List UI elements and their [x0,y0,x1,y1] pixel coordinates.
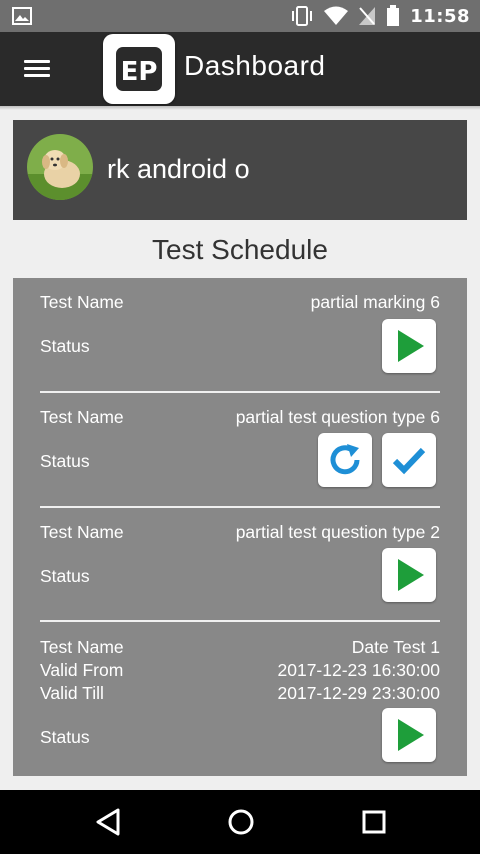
status-label: Status [40,336,90,356]
retake-test-button[interactable] [318,433,372,487]
no-sim-icon [359,7,376,25]
test-name-label: Test Name [40,407,124,427]
wifi-icon [324,6,349,25]
status-label: Status [40,727,90,747]
start-test-button[interactable] [382,319,436,373]
app-bar-shadow [0,106,480,110]
test-item: Test Name Date Test 1 Valid From 2017-12… [40,637,440,773]
avatar [27,134,93,200]
username: rk android o [107,154,250,184]
test-name-value: Date Test 1 [351,637,440,657]
refresh-icon [330,444,360,475]
divider [40,620,440,622]
test-name-value: partial marking 6 [310,292,440,312]
app-logo: EP [103,34,175,104]
back-icon[interactable] [94,806,122,838]
app-bar: EP Dashboard [0,32,480,106]
test-item: Test Name partial test question type 2 S… [40,522,440,622]
system-nav-bar [0,790,480,854]
page-title: Dashboard [184,50,326,81]
play-icon [398,719,424,751]
test-name-label: Test Name [40,522,124,542]
svg-text:EP: EP [121,57,158,87]
test-name-label: Test Name [40,292,124,312]
recents-icon[interactable] [360,806,388,838]
play-icon [398,330,424,362]
start-test-button[interactable] [382,548,436,602]
status-label: Status [40,451,90,471]
valid-from-value: 2017-12-23 16:30:00 [277,660,441,680]
image-icon [12,7,32,25]
valid-from-label: Valid From [40,660,124,680]
check-icon [392,447,426,475]
divider [40,506,440,508]
play-icon [398,559,424,591]
hamburger-menu-icon[interactable] [20,56,54,82]
test-item: Test Name partial marking 6 Status [40,292,440,392]
start-test-button[interactable] [382,708,436,762]
divider [40,391,440,393]
battery-icon [387,5,400,26]
completed-test-button[interactable] [382,433,436,487]
profile-card[interactable]: rk android o [13,120,467,220]
test-item: Test Name partial test question type 6 S… [40,407,440,507]
clock: 11:58 [410,5,470,27]
home-icon[interactable] [226,806,256,838]
valid-till-label: Valid Till [40,683,104,703]
status-label: Status [40,566,90,586]
test-name-value: partial test question type 2 [235,522,440,542]
valid-till-value: 2017-12-29 23:30:00 [277,683,441,703]
vibrate-icon [292,6,313,26]
section-title: Test Schedule [152,234,328,265]
test-name-label: Test Name [40,637,124,657]
status-bar: 11:58 [0,0,480,32]
test-schedule-list: Test Name partial marking 6 Status Test … [13,278,467,776]
test-name-value: partial test question type 6 [235,407,440,427]
